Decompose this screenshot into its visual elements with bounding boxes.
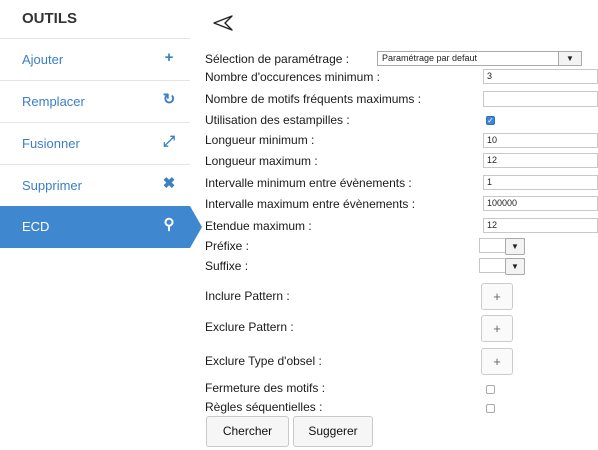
suffix-label: Suffixe : <box>205 259 249 273</box>
max-length-input[interactable]: 12 <box>483 153 598 168</box>
sidebar-item-label: Supprimer <box>22 178 82 193</box>
sidebar-item-label: Fusionner <box>22 136 80 151</box>
exclude-pattern-label: Exclure Pattern : <box>205 320 294 334</box>
parameter-select[interactable]: Paramétrage par defaut ▼ <box>377 51 582 66</box>
min-interval-input[interactable]: 1 <box>483 175 598 190</box>
add-include-pattern-button[interactable]: + <box>481 283 513 310</box>
min-occurrences-input[interactable]: 3 <box>483 69 598 84</box>
min-interval-label: Intervalle minimum entre évènements : <box>205 176 412 190</box>
closure-label: Fermeture des motifs : <box>205 381 326 395</box>
closure-checkbox[interactable] <box>486 385 495 394</box>
delete-icon: ✖ <box>162 175 176 192</box>
sequential-rules-checkbox[interactable] <box>486 404 495 413</box>
add-exclude-pattern-button[interactable]: + <box>481 315 513 342</box>
prefix-select[interactable]: ▼ <box>479 238 525 255</box>
include-pattern-label: Inclure Pattern : <box>205 289 290 303</box>
min-occurrences-label: Nombre d'occurences minimum : <box>205 70 381 84</box>
suffix-select[interactable]: ▼ <box>479 258 525 275</box>
max-patterns-label: Nombre de motifs fréquents maximums : <box>205 92 422 106</box>
chevron-down-icon[interactable]: ▼ <box>505 258 525 275</box>
max-extent-label: Etendue maximum : <box>205 219 312 233</box>
max-length-label: Longueur maximum : <box>205 154 318 168</box>
sidebar-item-label: Remplacer <box>22 94 85 109</box>
sidebar-title: OUTILS <box>22 10 77 27</box>
sequential-rules-label: Règles séquentielles : <box>205 400 323 414</box>
sidebar-item-supprimer[interactable]: Supprimer ✖ <box>0 164 190 206</box>
search-icon: ⚲ <box>163 216 175 233</box>
refresh-icon: ↻ <box>162 91 176 108</box>
sidebar-item-fusionner[interactable]: Fusionner ⤢ <box>0 122 190 164</box>
sidebar-item-ajouter[interactable]: Ajouter + <box>0 38 190 80</box>
timestamps-checkbox[interactable]: ✓ <box>486 116 495 125</box>
suggest-button[interactable]: Suggerer <box>293 416 373 447</box>
timestamps-label: Utilisation des estampilles : <box>205 113 350 127</box>
min-length-label: Longueur minimum : <box>205 133 315 147</box>
selection-label: Sélection de paramétrage : <box>205 52 350 66</box>
search-button[interactable]: Chercher <box>206 416 289 447</box>
max-patterns-input[interactable] <box>483 91 598 107</box>
chevron-down-icon[interactable]: ▼ <box>558 52 581 65</box>
sidebar-item-label: ECD <box>22 219 50 234</box>
sidebar-item-ecd[interactable]: ECD ⚲ <box>0 206 202 248</box>
max-interval-label: Intervalle maximum entre évènements : <box>205 197 416 211</box>
parameter-select-value: Paramétrage par defaut <box>382 53 478 63</box>
sidebar-item-remplacer[interactable]: Remplacer ↻ <box>0 80 190 122</box>
exclude-obsel-label: Exclure Type d'obsel : <box>205 354 322 368</box>
collapse-arrow-icon[interactable] <box>212 14 234 32</box>
merge-icon: ⤢ <box>162 133 175 150</box>
add-exclude-obsel-button[interactable]: + <box>481 348 513 375</box>
prefix-label: Préfixe : <box>205 239 250 253</box>
chevron-down-icon[interactable]: ▼ <box>505 238 525 255</box>
sidebar: OUTILS Ajouter + Remplacer ↻ Fusionner ⤢… <box>0 0 202 450</box>
min-length-input[interactable]: 10 <box>483 133 598 148</box>
max-interval-input[interactable]: 100000 <box>483 196 598 211</box>
plus-icon: + <box>164 49 174 66</box>
max-extent-input[interactable]: 12 <box>483 218 598 233</box>
sidebar-item-label: Ajouter <box>22 52 64 67</box>
